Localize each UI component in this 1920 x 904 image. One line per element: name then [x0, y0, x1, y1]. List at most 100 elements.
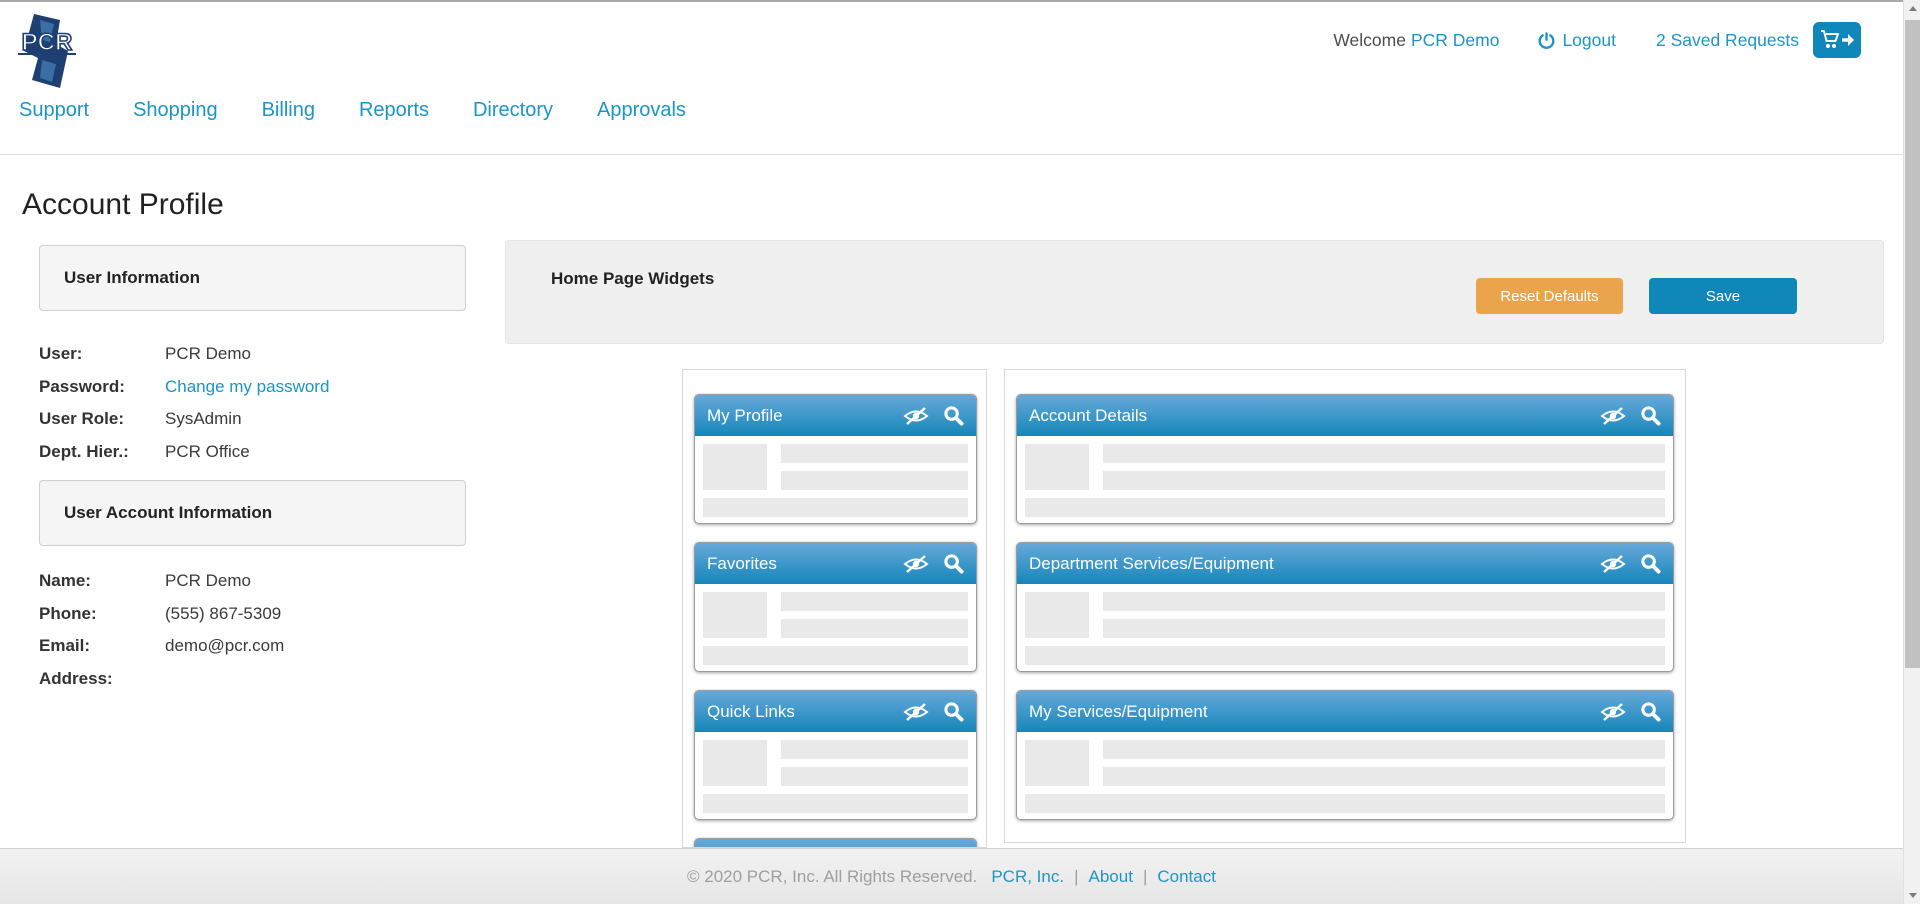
change-password-link[interactable]: Change my password [165, 377, 329, 397]
welcome-label: Welcome [1333, 30, 1406, 51]
widget-card-my-profile[interactable]: My Profile [694, 394, 977, 524]
cart-checkout-button[interactable] [1813, 22, 1861, 58]
widget-card-account-details[interactable]: Account Details [1016, 394, 1674, 524]
dept-hier-row: Dept. Hier.: PCR Office [39, 436, 329, 469]
cart-arrow-icon [1820, 29, 1854, 51]
user-account-information-title: User Account Information [64, 503, 272, 523]
footer-link-pcr[interactable]: PCR, Inc. [991, 867, 1064, 887]
triangle-down-icon [1909, 893, 1917, 898]
eye-slash-icon[interactable] [903, 554, 929, 574]
name-row: Name: PCR Demo [39, 565, 284, 598]
widget-card-header: My Profile [695, 395, 976, 436]
search-icon[interactable] [943, 553, 964, 574]
saved-requests-link[interactable]: 2 Saved Requests [1656, 30, 1799, 51]
eye-slash-icon[interactable] [903, 406, 929, 426]
pcr-logo-icon: PCR [16, 14, 78, 88]
search-icon[interactable] [943, 405, 964, 426]
scroll-up-arrow[interactable] [1904, 0, 1920, 17]
footer-link-about[interactable]: About [1089, 867, 1133, 887]
phone-value: (555) 867-5309 [165, 604, 281, 624]
nav-shopping[interactable]: Shopping [133, 99, 218, 122]
placeholder-bar [1025, 794, 1665, 813]
logout-button[interactable]: Logout [1537, 30, 1616, 51]
widget-card-favorites[interactable]: Favorites [694, 542, 977, 672]
svg-text:PCR: PCR [22, 29, 73, 56]
eye-slash-icon[interactable] [1600, 406, 1626, 426]
nav-directory[interactable]: Directory [473, 99, 553, 122]
save-button[interactable]: Save [1649, 278, 1797, 314]
widget-card-my-services[interactable]: My Services/Equipment [1016, 690, 1674, 820]
widget-title: Quick Links [707, 702, 903, 722]
footer-link-contact[interactable]: Contact [1157, 867, 1216, 887]
user-row: User: PCR Demo [39, 338, 329, 371]
nav-reports[interactable]: Reports [359, 99, 429, 122]
widget-placeholder-content [695, 584, 976, 672]
placeholder-bar [1025, 498, 1665, 517]
reset-defaults-button[interactable]: Reset Defaults [1476, 278, 1623, 314]
pcr-logo[interactable]: PCR [16, 14, 78, 88]
scrollbar-thumb[interactable] [1905, 20, 1920, 668]
widget-card-header: My Services/Equipment [1017, 691, 1673, 732]
footer: © 2020 PCR, Inc. All Rights Reserved. PC… [0, 848, 1903, 904]
widget-title: My Profile [707, 406, 903, 426]
widget-title: Favorites [707, 554, 903, 574]
main-nav: Support Shopping Billing Reports Directo… [19, 99, 686, 122]
placeholder-bar [781, 471, 968, 490]
user-account-information-header: User Account Information [39, 480, 466, 546]
widget-card-partial[interactable] [694, 838, 977, 848]
widget-placeholder-content [1017, 732, 1673, 820]
widget-card-quick-links[interactable]: Quick Links [694, 690, 977, 820]
widget-card-header [695, 839, 976, 848]
nav-billing[interactable]: Billing [262, 99, 315, 122]
placeholder-bar [703, 794, 968, 813]
placeholder-block [1025, 444, 1089, 490]
page-title: Account Profile [22, 188, 224, 222]
home-page-widgets-panel: Home Page Widgets Reset Defaults Save [505, 240, 1884, 344]
eye-slash-icon[interactable] [1600, 702, 1626, 722]
placeholder-bar [1103, 619, 1665, 638]
widget-placeholder-content [695, 732, 976, 820]
widget-card-department-services[interactable]: Department Services/Equipment [1016, 542, 1674, 672]
phone-label: Phone: [39, 604, 165, 624]
placeholder-bar [1103, 592, 1665, 611]
widget-card-header: Favorites [695, 543, 976, 584]
placeholder-bar [781, 592, 968, 611]
search-icon[interactable] [1640, 701, 1661, 722]
name-value: PCR Demo [165, 571, 251, 591]
scroll-down-arrow[interactable] [1904, 887, 1920, 904]
placeholder-block [1025, 592, 1089, 638]
nav-support[interactable]: Support [19, 99, 89, 122]
widget-column-left: My Profile Favorites [682, 369, 987, 848]
placeholder-bar [781, 619, 968, 638]
address-row: Address: [39, 663, 284, 696]
placeholder-bar [703, 498, 968, 517]
search-icon[interactable] [943, 701, 964, 722]
home-page-widgets-title: Home Page Widgets [551, 269, 714, 289]
user-information-rows: User: PCR Demo Password: Change my passw… [39, 338, 329, 468]
dept-hier-value: PCR Office [165, 442, 250, 462]
placeholder-bar [703, 646, 968, 665]
user-account-information-rows: Name: PCR Demo Phone: (555) 867-5309 Ema… [39, 565, 284, 695]
user-profile-link[interactable]: PCR Demo [1411, 30, 1500, 51]
user-label: User: [39, 344, 165, 364]
widget-card-header: Quick Links [695, 691, 976, 732]
widget-placeholder-content [695, 436, 976, 524]
search-icon[interactable] [1640, 553, 1661, 574]
placeholder-bar [1103, 471, 1665, 490]
address-label: Address: [39, 669, 165, 689]
eye-slash-icon[interactable] [903, 702, 929, 722]
user-information-header: User Information [39, 245, 466, 311]
search-icon[interactable] [1640, 405, 1661, 426]
eye-slash-icon[interactable] [1600, 554, 1626, 574]
placeholder-block [1025, 740, 1089, 786]
user-information-title: User Information [64, 268, 200, 288]
name-label: Name: [39, 571, 165, 591]
copyright-text: © 2020 PCR, Inc. All Rights Reserved. [687, 867, 977, 887]
widget-card-header: Department Services/Equipment [1017, 543, 1673, 584]
email-label: Email: [39, 636, 165, 656]
nav-approvals[interactable]: Approvals [597, 99, 686, 122]
widget-placeholder-content [1017, 584, 1673, 672]
email-value: demo@pcr.com [165, 636, 284, 656]
placeholder-bar [781, 767, 968, 786]
vertical-scrollbar[interactable] [1903, 0, 1920, 904]
